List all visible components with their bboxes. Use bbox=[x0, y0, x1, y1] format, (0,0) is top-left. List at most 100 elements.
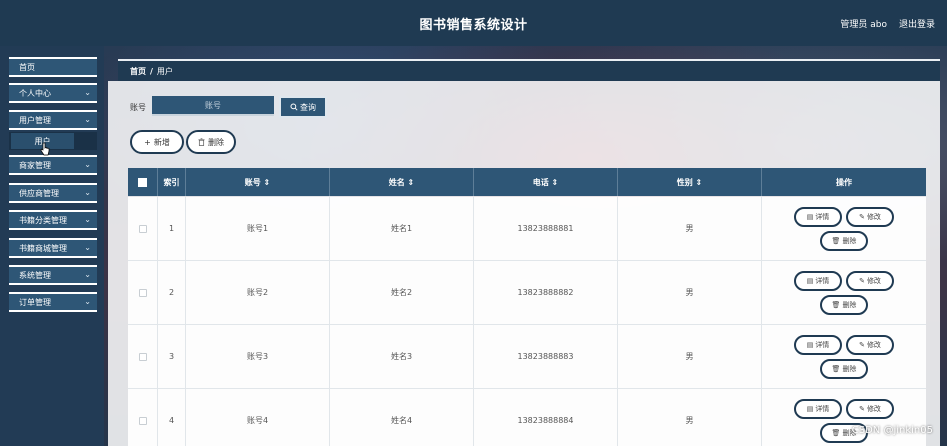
delete-button[interactable]: 🗑 删除 bbox=[820, 358, 868, 379]
logout-link[interactable]: 退出登录 bbox=[899, 17, 935, 30]
cell-name: 姓名4 bbox=[330, 389, 474, 446]
delete-button-label: 删除 bbox=[842, 300, 857, 309]
row-checkbox[interactable] bbox=[138, 224, 147, 233]
column-header-name[interactable]: 姓名 ⇕ bbox=[330, 168, 474, 196]
row-checkbox[interactable] bbox=[138, 352, 147, 361]
sidebar-item-label: 订单管理 bbox=[19, 297, 51, 307]
trash-icon bbox=[198, 138, 205, 146]
bulk-delete-button[interactable]: 删除 bbox=[186, 130, 236, 154]
sidebar-item-label: 个人中心 bbox=[19, 88, 51, 98]
chevron-down-icon: ⌄ bbox=[84, 215, 91, 224]
pencil-icon: ✎ bbox=[859, 276, 865, 285]
row-select-cell bbox=[128, 261, 158, 324]
search-input[interactable] bbox=[152, 96, 274, 116]
cell-index: 1 bbox=[158, 197, 186, 260]
cell-account: 账号3 bbox=[186, 325, 330, 388]
cell-name: 姓名2 bbox=[330, 261, 474, 324]
column-header-actions: 操作 bbox=[836, 177, 852, 187]
pencil-icon: ✎ bbox=[859, 212, 865, 221]
search-button[interactable]: 查询 bbox=[279, 96, 327, 118]
breadcrumb-current: 用户 bbox=[156, 66, 173, 76]
breadcrumb: 首页 / 用户 bbox=[118, 59, 940, 81]
trash-icon: 🗑 bbox=[831, 236, 841, 245]
column-header-phone[interactable]: 电话 ⇕ bbox=[474, 168, 618, 196]
delete-button[interactable]: 🗑 删除 bbox=[820, 230, 868, 251]
sidebar-item-personal-center[interactable]: 个人中心 ⌄ bbox=[9, 83, 97, 103]
cell-phone: 13823888881 bbox=[474, 197, 618, 260]
cell-actions: ▤ 详情 ✎ 修改 🗑 删除 bbox=[762, 261, 926, 324]
chevron-down-icon: ⌄ bbox=[84, 270, 91, 279]
edit-button-label: 修改 bbox=[866, 212, 881, 221]
cell-account: 账号2 bbox=[186, 261, 330, 324]
cell-index: 2 bbox=[158, 261, 186, 324]
app-title: 图书销售系统设计 bbox=[419, 17, 528, 33]
document-icon: ▤ bbox=[806, 212, 814, 221]
cell-actions: ▤ 详情 ✎ 修改 🗑 删除 bbox=[762, 325, 926, 388]
document-icon: ▤ bbox=[806, 404, 814, 413]
sidebar-item-book-category-management[interactable]: 书籍分类管理 ⌄ bbox=[9, 210, 97, 230]
search-label: 账号 bbox=[130, 103, 146, 112]
table-row: 3 账号3 姓名3 13823888883 男 ▤ 详情 ✎ 修改 🗑 删除 bbox=[128, 325, 926, 389]
cell-phone: 13823888884 bbox=[474, 389, 618, 446]
breadcrumb-home[interactable]: 首页 bbox=[130, 66, 146, 77]
edit-button[interactable]: ✎ 修改 bbox=[846, 334, 894, 355]
mouse-pointer-icon bbox=[40, 142, 50, 156]
detail-button[interactable]: ▤ 详情 bbox=[794, 270, 842, 291]
detail-button[interactable]: ▤ 详情 bbox=[794, 206, 842, 227]
search-button-label: 查询 bbox=[300, 102, 316, 112]
cell-actions: ▤ 详情 ✎ 修改 🗑 删除 bbox=[762, 389, 926, 446]
chevron-down-icon: ⌄ bbox=[84, 297, 91, 306]
top-header: 图书销售系统设计 管理员 abo 退出登录 bbox=[0, 0, 947, 46]
table-header: 索引 账号 ⇕ 姓名 ⇕ 电话 ⇕ 性别 ⇕ 操作 bbox=[128, 168, 926, 196]
trash-icon: 🗑 bbox=[831, 364, 841, 373]
detail-button-label: 详情 bbox=[815, 340, 830, 349]
sidebar-item-order-management[interactable]: 订单管理 ⌄ bbox=[9, 292, 97, 312]
sidebar-item-label: 首页 bbox=[19, 62, 35, 72]
sidebar-item-home[interactable]: 首页 bbox=[9, 57, 97, 77]
detail-button[interactable]: ▤ 详情 bbox=[794, 334, 842, 355]
select-all-checkbox[interactable] bbox=[138, 177, 147, 187]
detail-button[interactable]: ▤ 详情 bbox=[794, 398, 842, 419]
select-all-cell bbox=[128, 168, 158, 196]
chevron-down-icon: ⌄ bbox=[84, 188, 91, 197]
cell-name: 姓名1 bbox=[330, 197, 474, 260]
edit-button-label: 修改 bbox=[866, 340, 881, 349]
document-icon: ▤ bbox=[806, 340, 814, 349]
sidebar-item-label: 系统管理 bbox=[19, 270, 51, 280]
edit-button[interactable]: ✎ 修改 bbox=[846, 206, 894, 227]
column-header-index: 索引 bbox=[158, 168, 186, 196]
sidebar-item-label: 用户管理 bbox=[19, 115, 51, 125]
trash-icon: 🗑 bbox=[831, 428, 841, 437]
row-checkbox[interactable] bbox=[138, 288, 147, 297]
sidebar-item-system-management[interactable]: 系统管理 ⌄ bbox=[9, 265, 97, 285]
cell-gender: 男 bbox=[618, 261, 762, 324]
delete-button[interactable]: 🗑 删除 bbox=[820, 294, 868, 315]
cell-account: 账号1 bbox=[186, 197, 330, 260]
edit-button-label: 修改 bbox=[866, 404, 881, 413]
edit-button[interactable]: ✎ 修改 bbox=[846, 270, 894, 291]
cell-gender: 男 bbox=[618, 325, 762, 388]
sidebar-item-merchant-management[interactable]: 商家管理 ⌄ bbox=[9, 155, 97, 175]
submenu-container: 用户 bbox=[9, 132, 97, 150]
chevron-down-icon: ⌄ bbox=[84, 115, 91, 124]
row-checkbox[interactable] bbox=[138, 416, 147, 425]
cell-gender: 男 bbox=[618, 389, 762, 446]
delete-button-label: 删除 bbox=[842, 236, 857, 245]
watermark-text: CSDN @jinkin05 bbox=[851, 425, 933, 436]
table-row: 1 账号1 姓名1 13823888881 男 ▤ 详情 ✎ 修改 🗑 删除 bbox=[128, 197, 926, 261]
breadcrumb-separator: / bbox=[150, 66, 153, 76]
add-button[interactable]: + 新增 bbox=[130, 130, 184, 154]
cell-name: 姓名3 bbox=[330, 325, 474, 388]
pencil-icon: ✎ bbox=[859, 404, 865, 413]
column-header-gender[interactable]: 性别 ⇕ bbox=[618, 168, 762, 196]
chevron-down-icon: ⌄ bbox=[84, 88, 91, 97]
cell-actions: ▤ 详情 ✎ 修改 🗑 删除 bbox=[762, 197, 926, 260]
cell-index: 3 bbox=[158, 325, 186, 388]
column-header-account[interactable]: 账号 ⇕ bbox=[186, 168, 330, 196]
sidebar-item-supplier-management[interactable]: 供应商管理 ⌄ bbox=[9, 183, 97, 203]
table-row: 4 账号4 姓名4 13823888884 男 ▤ 详情 ✎ 修改 🗑 删除 bbox=[128, 389, 926, 446]
plus-icon: + bbox=[144, 137, 151, 147]
sidebar-item-book-mall-management[interactable]: 书籍商城管理 ⌄ bbox=[9, 238, 97, 258]
sidebar-item-user-management[interactable]: 用户管理 ⌄ bbox=[9, 110, 97, 130]
edit-button[interactable]: ✎ 修改 bbox=[846, 398, 894, 419]
